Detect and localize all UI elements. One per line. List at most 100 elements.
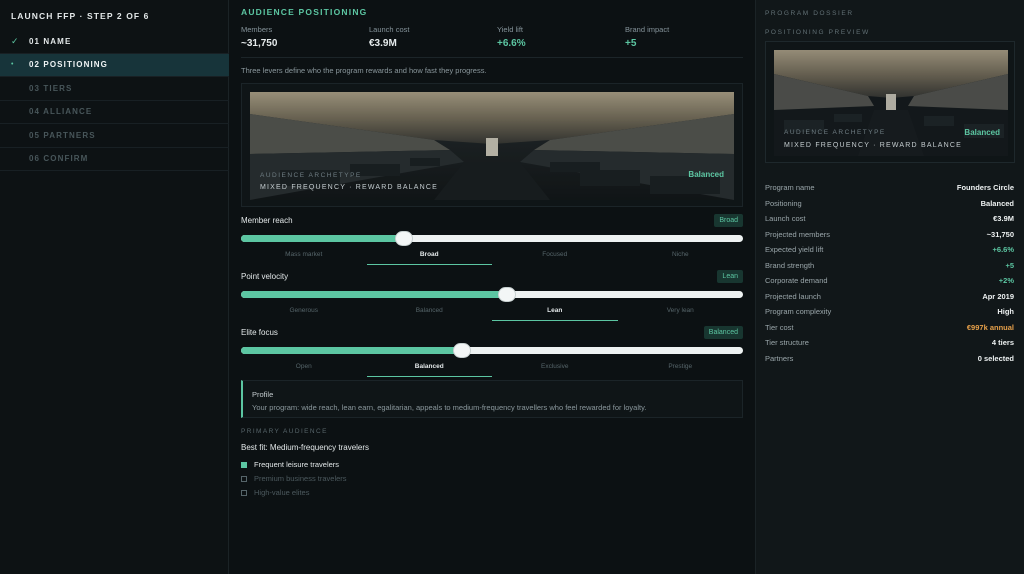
row-key: Tier cost xyxy=(765,322,794,332)
option-lean[interactable]: Lean xyxy=(492,307,618,321)
stat-value: +6.6% xyxy=(497,38,526,49)
wizard-sidebar: LAUNCH FFP · STEP 2 OF 6 ✓ 01 NAME • 02 … xyxy=(0,0,229,574)
audience-label: Frequent leisure travelers xyxy=(254,460,340,469)
dossier-row: Partners 0 selected xyxy=(765,351,1014,367)
row-value: Founders Circle xyxy=(956,183,1014,193)
archetype-label: AUDIENCE ARCHETYPE xyxy=(260,172,362,179)
audience-option-business[interactable]: Premium business travelers xyxy=(241,474,347,483)
dossier-row: Launch cost €3.9M xyxy=(765,211,1014,227)
section-title: AUDIENCE POSITIONING xyxy=(241,7,368,17)
row-value: ~31,750 xyxy=(986,229,1014,239)
archetype-value: MIXED FREQUENCY · REWARD BALANCE xyxy=(784,142,963,149)
dossier-row: Projected members ~31,750 xyxy=(765,227,1014,243)
option-focused[interactable]: Focused xyxy=(492,251,618,265)
dossier-row: Expected yield lift +6.6% xyxy=(765,242,1014,258)
option-exclusive[interactable]: Exclusive xyxy=(492,363,618,377)
row-key: Brand strength xyxy=(765,260,815,270)
row-key: Tier structure xyxy=(765,338,809,348)
row-key: Projected members xyxy=(765,229,831,239)
audience-option-leisure[interactable]: Frequent leisure travelers xyxy=(241,460,339,469)
archetype-badge: Balanced xyxy=(688,170,724,179)
slider-fill xyxy=(241,291,508,298)
divider xyxy=(241,57,743,58)
option-open[interactable]: Open xyxy=(241,363,367,377)
dossier-row: Projected launch Apr 2019 xyxy=(765,289,1014,305)
dossier-title: PROGRAM DOSSIER xyxy=(765,10,854,17)
positioning-preview-card: AUDIENCE ARCHETYPE MIXED FREQUENCY · REW… xyxy=(765,41,1015,163)
elite-focus-slider[interactable] xyxy=(241,344,743,357)
option-niche[interactable]: Niche xyxy=(618,251,744,265)
stat-value: +5 xyxy=(625,38,637,49)
lever-name: Member reach xyxy=(241,216,293,225)
stat-launch-cost: Launch cost €3.9M xyxy=(369,25,409,49)
option-prestige[interactable]: Prestige xyxy=(618,363,744,377)
cabin-image: AUDIENCE ARCHETYPE MIXED FREQUENCY · REW… xyxy=(250,92,734,200)
stat-value: €3.9M xyxy=(369,38,397,49)
point-velocity-slider[interactable] xyxy=(241,288,743,301)
dossier-row: Corporate demand +2% xyxy=(765,273,1014,289)
stat-label: Launch cost xyxy=(369,25,410,34)
archetype-value: MIXED FREQUENCY · REWARD BALANCE xyxy=(260,184,439,191)
row-key: Launch cost xyxy=(765,214,806,224)
row-key: Partners xyxy=(765,353,794,363)
program-dossier: PROGRAM DOSSIER POSITIONING PREVIEW AUDI… xyxy=(755,0,1024,574)
step-tiers[interactable]: 03 TIERS xyxy=(0,77,229,101)
option-generous[interactable]: Generous xyxy=(241,307,367,321)
lever-name: Elite focus xyxy=(241,328,278,337)
row-key: Program complexity xyxy=(765,307,832,317)
step-name[interactable]: ✓ 01 NAME xyxy=(0,30,229,54)
step-label: 01 NAME xyxy=(29,36,72,46)
archetype-card: AUDIENCE ARCHETYPE MIXED FREQUENCY · REW… xyxy=(241,83,743,207)
archetype-label: AUDIENCE ARCHETYPE xyxy=(784,129,886,136)
dossier-row: Tier cost €997k annual xyxy=(765,320,1014,336)
slider-thumb[interactable] xyxy=(453,344,470,357)
lever-value-badge: Broad xyxy=(714,214,743,227)
dossier-row: Tier structure 4 tiers xyxy=(765,335,1014,351)
row-key: Corporate demand xyxy=(765,276,828,286)
cabin-image: AUDIENCE ARCHETYPE MIXED FREQUENCY · REW… xyxy=(774,50,1008,156)
option-very-lean[interactable]: Very lean xyxy=(618,307,744,321)
checkbox-icon xyxy=(241,489,247,496)
wizard-steps: ✓ 01 NAME • 02 POSITIONING 03 TIERS 04 A… xyxy=(0,30,229,171)
profile-callout: Profile Your program: wide reach, lean e… xyxy=(241,380,743,418)
slider-fill xyxy=(241,347,462,354)
checkbox-checked-icon xyxy=(241,461,247,468)
stat-brand-impact: Brand impact +5 xyxy=(625,25,669,49)
option-balanced[interactable]: Balanced xyxy=(367,307,493,321)
stat-members: Members ~31,750 xyxy=(241,25,277,49)
slider-thumb[interactable] xyxy=(499,288,516,301)
audience-option-elites[interactable]: High-value elites xyxy=(241,488,309,497)
option-broad[interactable]: Broad xyxy=(366,251,493,265)
step-label: 03 TIERS xyxy=(29,83,73,93)
dossier-row: Brand strength +5 xyxy=(765,258,1014,274)
step-alliance[interactable]: 04 ALLIANCE xyxy=(0,101,229,124)
lever-point-velocity: Point velocity Lean Generous Balanced Le… xyxy=(241,270,744,324)
step-partners[interactable]: 05 PARTNERS xyxy=(0,124,229,148)
row-value: +5 xyxy=(1005,260,1014,270)
row-value: €3.9M xyxy=(993,214,1014,224)
row-value: +6.6% xyxy=(992,245,1014,255)
dossier-summary: Program name Founders Circle Positioning B… xyxy=(765,180,1014,366)
audience-label: Premium business travelers xyxy=(254,474,347,483)
row-value: 0 selected xyxy=(977,353,1014,363)
stat-value: ~31,750 xyxy=(241,38,278,49)
lever-value-badge: Lean xyxy=(717,270,743,283)
intro-text: Three levers define who the program rewa… xyxy=(241,66,487,75)
slider-thumb[interactable] xyxy=(396,232,413,245)
step-confirm[interactable]: 06 CONFIRM xyxy=(0,148,229,171)
stat-yield-lift: Yield lift +6.6% xyxy=(497,25,526,49)
option-mass-market[interactable]: Mass market xyxy=(241,251,367,265)
lever-elite-focus: Elite focus Balanced Open Balanced Exclu… xyxy=(241,326,744,380)
option-balanced[interactable]: Balanced xyxy=(366,363,493,377)
lever-name: Point velocity xyxy=(241,272,289,281)
dossier-row: Positioning Balanced xyxy=(765,196,1014,212)
row-value: 4 tiers xyxy=(991,338,1014,348)
step-label: 05 PARTNERS xyxy=(29,130,96,140)
preview-title: POSITIONING PREVIEW xyxy=(765,29,870,36)
slider-fill xyxy=(241,235,405,242)
step-positioning[interactable]: • 02 POSITIONING xyxy=(0,53,229,77)
row-value: Balanced xyxy=(980,198,1014,208)
archetype-badge: Balanced xyxy=(964,128,1000,137)
member-reach-slider[interactable] xyxy=(241,232,743,245)
row-value: €997k annual xyxy=(966,322,1014,332)
